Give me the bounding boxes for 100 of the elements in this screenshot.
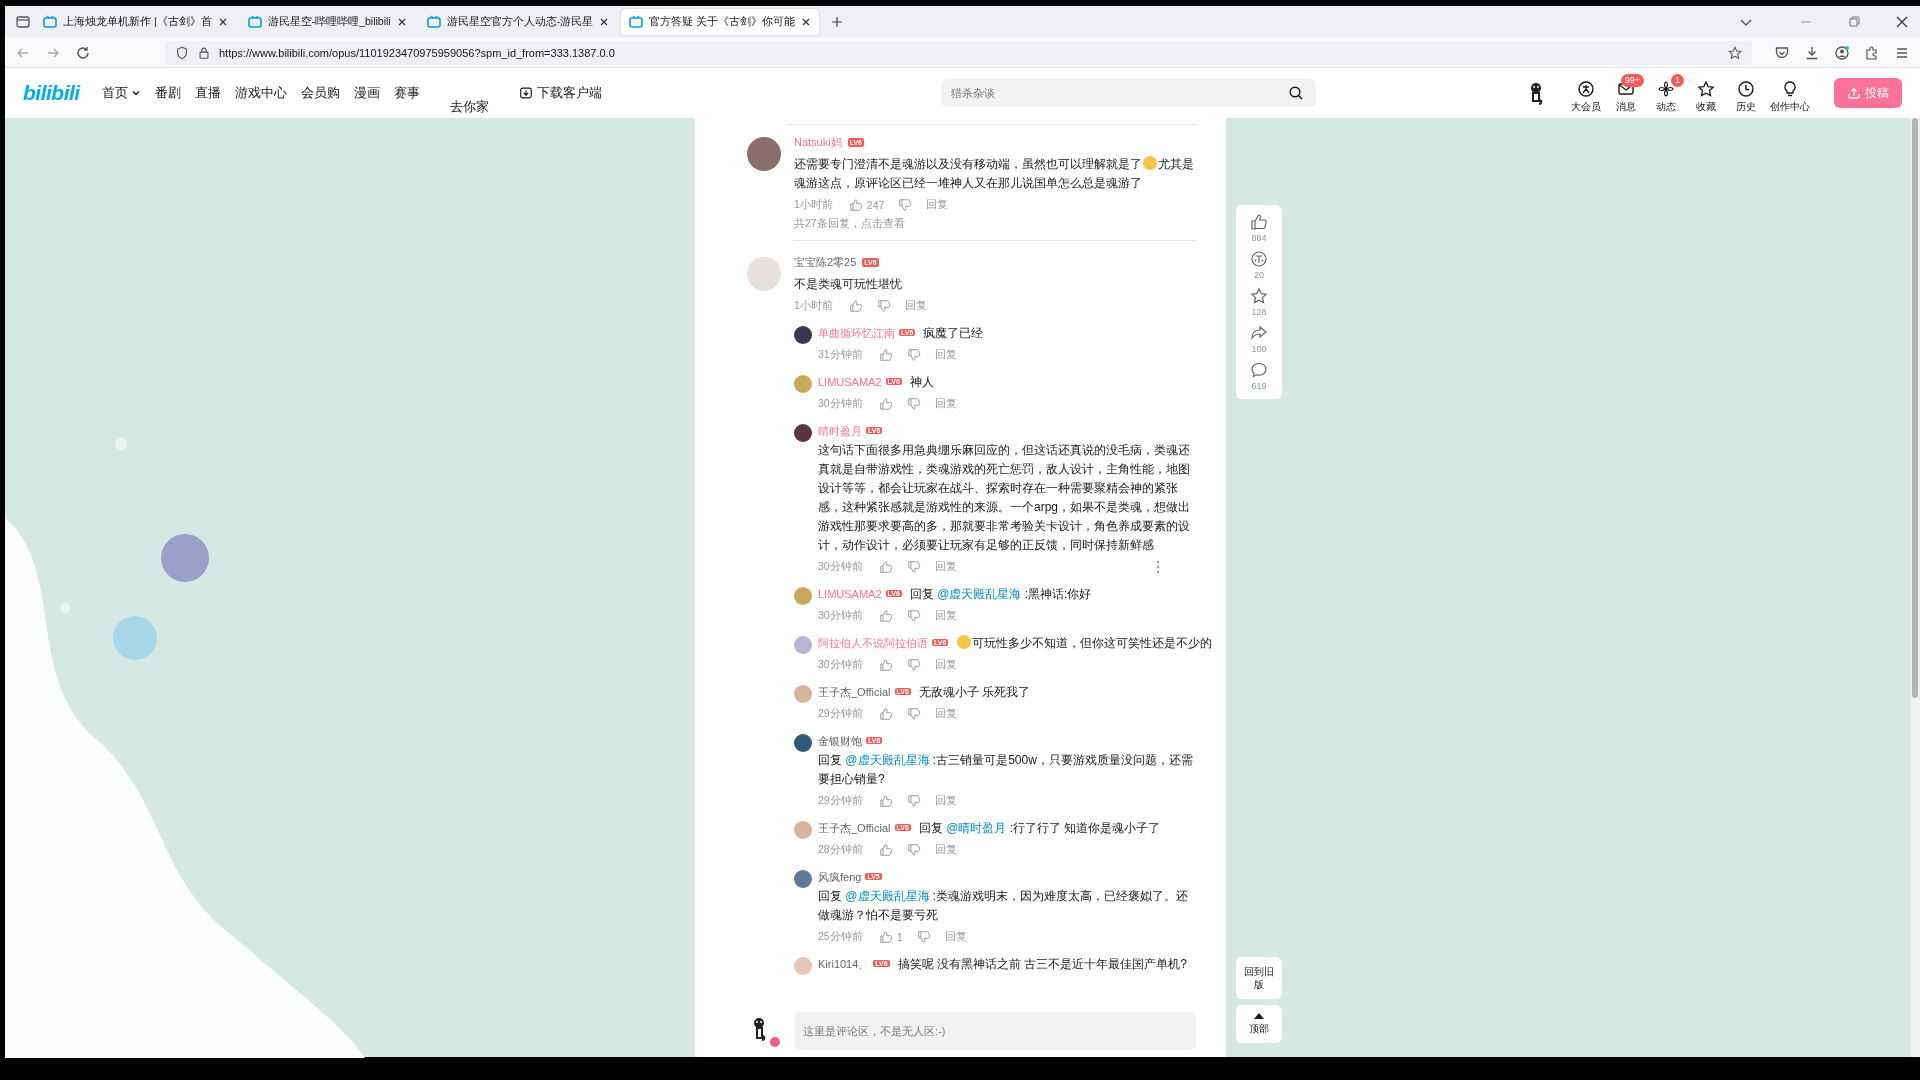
side-action[interactable]: 100 — [1250, 324, 1268, 354]
header-action[interactable]: 大会员 — [1568, 73, 1604, 113]
dislike-button[interactable] — [916, 930, 931, 944]
header-action[interactable]: 创作中心 — [1768, 73, 1812, 113]
nav-link[interactable]: 漫画 — [353, 84, 380, 102]
close-icon[interactable] — [599, 17, 610, 27]
mention-link[interactable]: @虚天殿乱星海 — [845, 753, 930, 767]
comment-input[interactable]: 这里是评论区，不是无人区:-) — [795, 1012, 1196, 1050]
like-button[interactable] — [878, 560, 893, 574]
like-button[interactable] — [878, 348, 893, 362]
download-icon[interactable] — [1804, 44, 1820, 61]
avatar[interactable] — [794, 326, 812, 344]
pocket-icon[interactable] — [1774, 44, 1790, 61]
old-version-button[interactable]: 回到旧版 — [1236, 957, 1282, 999]
dislike-button[interactable] — [906, 707, 921, 721]
nav-link[interactable]: 去你家 — [449, 98, 489, 116]
like-button[interactable] — [848, 299, 863, 313]
extensions-icon[interactable] — [1864, 44, 1880, 61]
back-to-top-button[interactable]: 顶部 — [1236, 1005, 1282, 1043]
nav-link[interactable]: 游戏中心 — [234, 84, 287, 102]
star-icon[interactable] — [1728, 45, 1742, 60]
like-button[interactable] — [878, 658, 893, 672]
avatar[interactable] — [794, 424, 812, 442]
like-button[interactable] — [878, 397, 893, 411]
reply-button[interactable]: 回复 — [934, 658, 957, 672]
mention-link[interactable]: @虚天殿乱星海 — [937, 587, 1022, 601]
reply-button[interactable]: 回复 — [934, 560, 957, 574]
avatar[interactable] — [794, 734, 812, 752]
like-button[interactable] — [878, 707, 893, 721]
dislike-button[interactable] — [906, 658, 921, 672]
reply-button[interactable]: 回复 — [934, 348, 957, 362]
like-button[interactable]: 247 — [848, 198, 885, 212]
username[interactable]: 阿拉伯人不说阿拉伯语 — [818, 637, 928, 649]
tab-list-icon[interactable] — [15, 14, 31, 30]
browser-tab[interactable]: 上海烛龙单机新作 |《古剑》首 — [35, 9, 236, 35]
download-link[interactable]: 下载客户端 — [518, 84, 602, 102]
dislike-button[interactable] — [876, 299, 891, 313]
nav-link[interactable]: 会员购 — [300, 84, 340, 102]
dislike-button[interactable] — [906, 560, 921, 574]
dislike-button[interactable] — [898, 198, 913, 212]
close-icon[interactable] — [396, 17, 407, 27]
reply-button[interactable]: 回复 — [934, 794, 957, 808]
like-button[interactable] — [878, 609, 893, 623]
username[interactable]: 王子杰_Official — [818, 686, 891, 698]
site-logo[interactable]: bilibili — [23, 81, 80, 105]
nav-link[interactable]: 赛事 — [393, 84, 420, 102]
nav-link[interactable]: 直播 — [194, 84, 221, 102]
username[interactable]: 宝宝陈2零25 — [794, 255, 857, 270]
reply-button[interactable]: 回复 — [904, 299, 927, 313]
username[interactable]: 金银财饱 — [818, 735, 862, 747]
header-action[interactable]: 历史 — [1728, 73, 1764, 113]
side-action[interactable]: 884 — [1250, 213, 1268, 243]
mention-link[interactable]: @晴时盈月 — [946, 821, 1007, 835]
reply-button[interactable]: 回复 — [944, 930, 967, 944]
like-button[interactable] — [878, 843, 893, 857]
reply-button[interactable]: 回复 — [934, 707, 957, 721]
upload-button[interactable]: 投稿 — [1834, 78, 1902, 108]
username[interactable]: Kiri1014、 — [818, 958, 870, 970]
reload-icon[interactable] — [75, 44, 91, 61]
browser-tab[interactable]: 游民星空-哔哩哔哩_bilibili — [239, 9, 415, 35]
new-tab-icon[interactable] — [831, 16, 844, 28]
dislike-button[interactable] — [906, 794, 921, 808]
address-bar[interactable]: https://www.bilibili.com/opus/1101923470975959056?spm_id_from=333.1387.0.0 — [165, 40, 1752, 65]
browser-tab[interactable]: 游民星空官方个人动态-游民星 — [418, 9, 618, 35]
username[interactable]: 风疯feng — [818, 871, 862, 883]
mention-link[interactable]: @虚天殿乱星海 — [845, 889, 930, 903]
username[interactable]: LIMUSAMA2 — [818, 588, 882, 600]
close-icon[interactable] — [801, 17, 812, 27]
dislike-button[interactable] — [906, 397, 921, 411]
like-button[interactable]: 1 — [878, 930, 903, 944]
search-field[interactable]: 猎杀杂谈 — [941, 79, 1317, 107]
account-icon[interactable] — [1834, 44, 1850, 61]
header-action[interactable]: 99+ 消息 — [1608, 73, 1644, 113]
dislike-button[interactable] — [906, 609, 921, 623]
scrollbar[interactable] — [1910, 118, 1920, 1057]
nav-link[interactable]: 番剧 — [154, 84, 181, 102]
view-replies-link[interactable]: 共27条回复，点击查看 — [794, 217, 1196, 231]
like-button[interactable] — [878, 794, 893, 808]
side-action[interactable]: 20 — [1250, 250, 1268, 280]
username[interactable]: 单曲循环忆江南 — [818, 327, 895, 339]
close-icon[interactable] — [217, 17, 228, 27]
username[interactable]: Natsuki妈 — [794, 135, 842, 150]
more-icon[interactable] — [1156, 560, 1160, 574]
username[interactable]: LIMUSAMA2 — [818, 376, 882, 388]
reply-button[interactable]: 回复 — [926, 198, 949, 212]
side-action[interactable]: 128 — [1250, 287, 1268, 317]
dislike-button[interactable] — [906, 348, 921, 362]
restore-icon[interactable] — [1846, 14, 1862, 30]
dislike-button[interactable] — [906, 843, 921, 857]
side-action[interactable]: 619 — [1250, 361, 1268, 391]
reply-button[interactable]: 回复 — [934, 843, 957, 857]
username[interactable]: 晴时盈月 — [818, 425, 862, 437]
username[interactable]: 王子杰_Official — [818, 822, 891, 834]
reply-button[interactable]: 回复 — [934, 609, 957, 623]
close-icon[interactable] — [1894, 14, 1910, 30]
header-action[interactable]: 1 动态 — [1648, 73, 1684, 113]
browser-tab[interactable]: 官方答疑 关于《古剑》你可能 — [621, 9, 820, 35]
reply-button[interactable]: 回复 — [934, 397, 957, 411]
header-action[interactable]: 收藏 — [1688, 73, 1724, 113]
nav-link[interactable]: 首页 — [101, 84, 141, 102]
